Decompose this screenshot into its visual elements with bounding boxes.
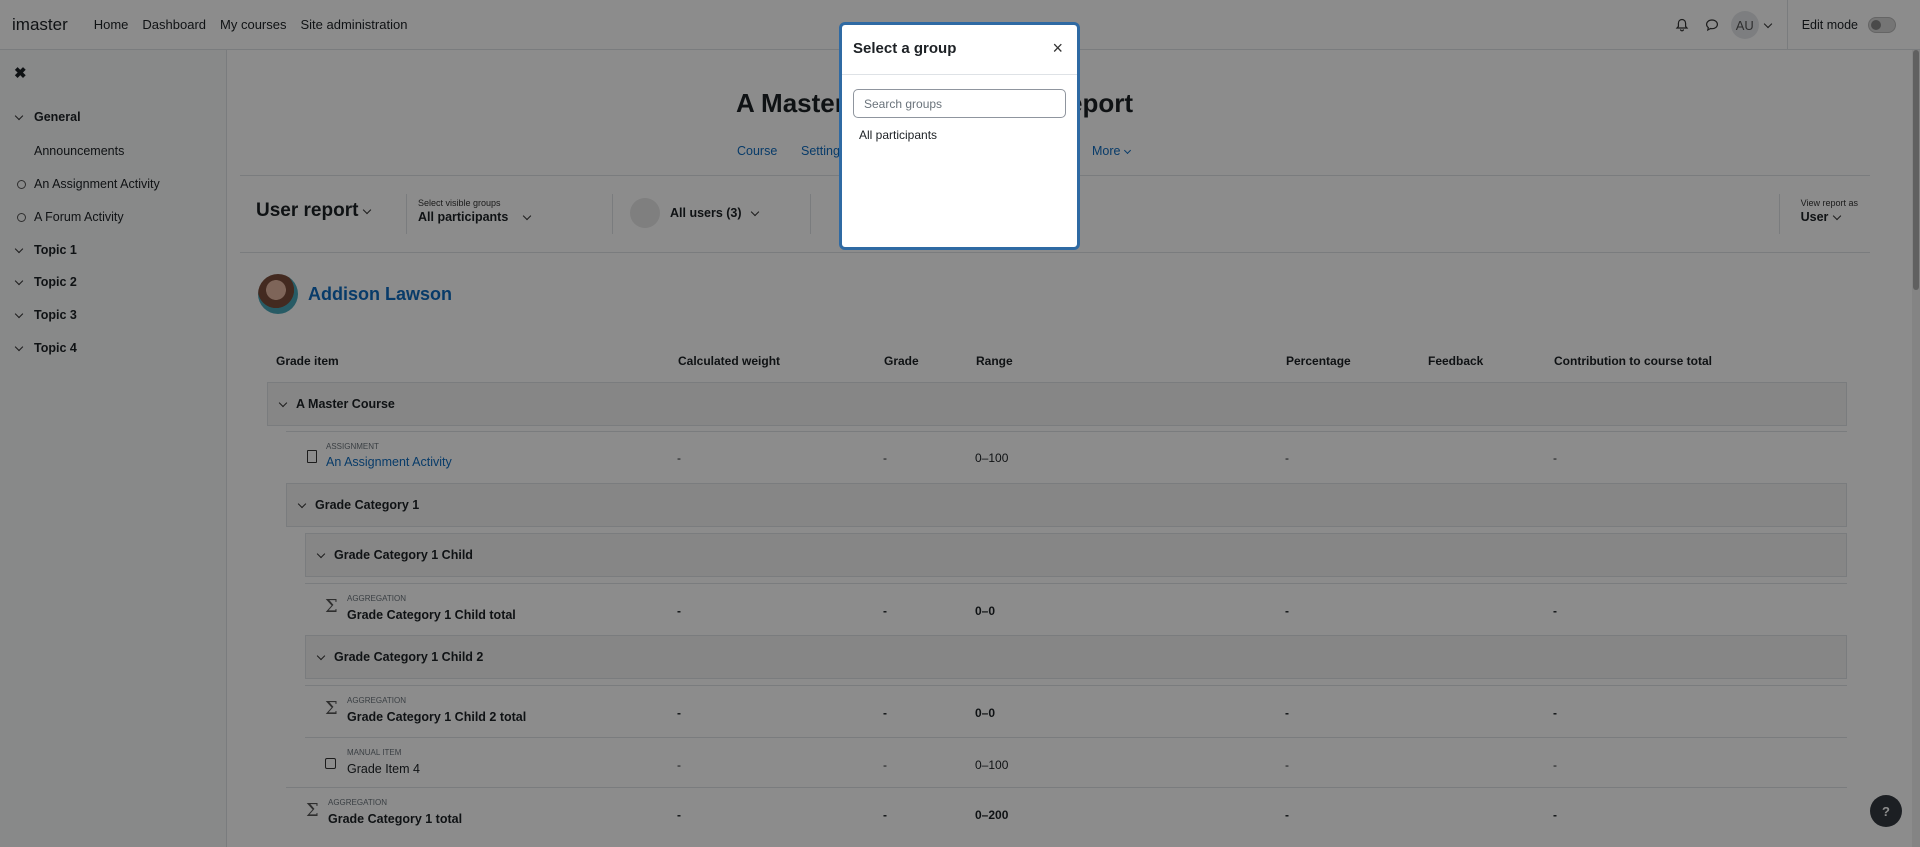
search-groups-input[interactable] (853, 89, 1066, 118)
modal-header: Select a group × (842, 25, 1077, 75)
group-option-all-participants[interactable]: All participants (859, 128, 937, 142)
close-icon[interactable]: × (1052, 38, 1063, 59)
modal-title: Select a group (853, 40, 957, 57)
select-group-modal: Select a group × All participants (839, 22, 1080, 250)
